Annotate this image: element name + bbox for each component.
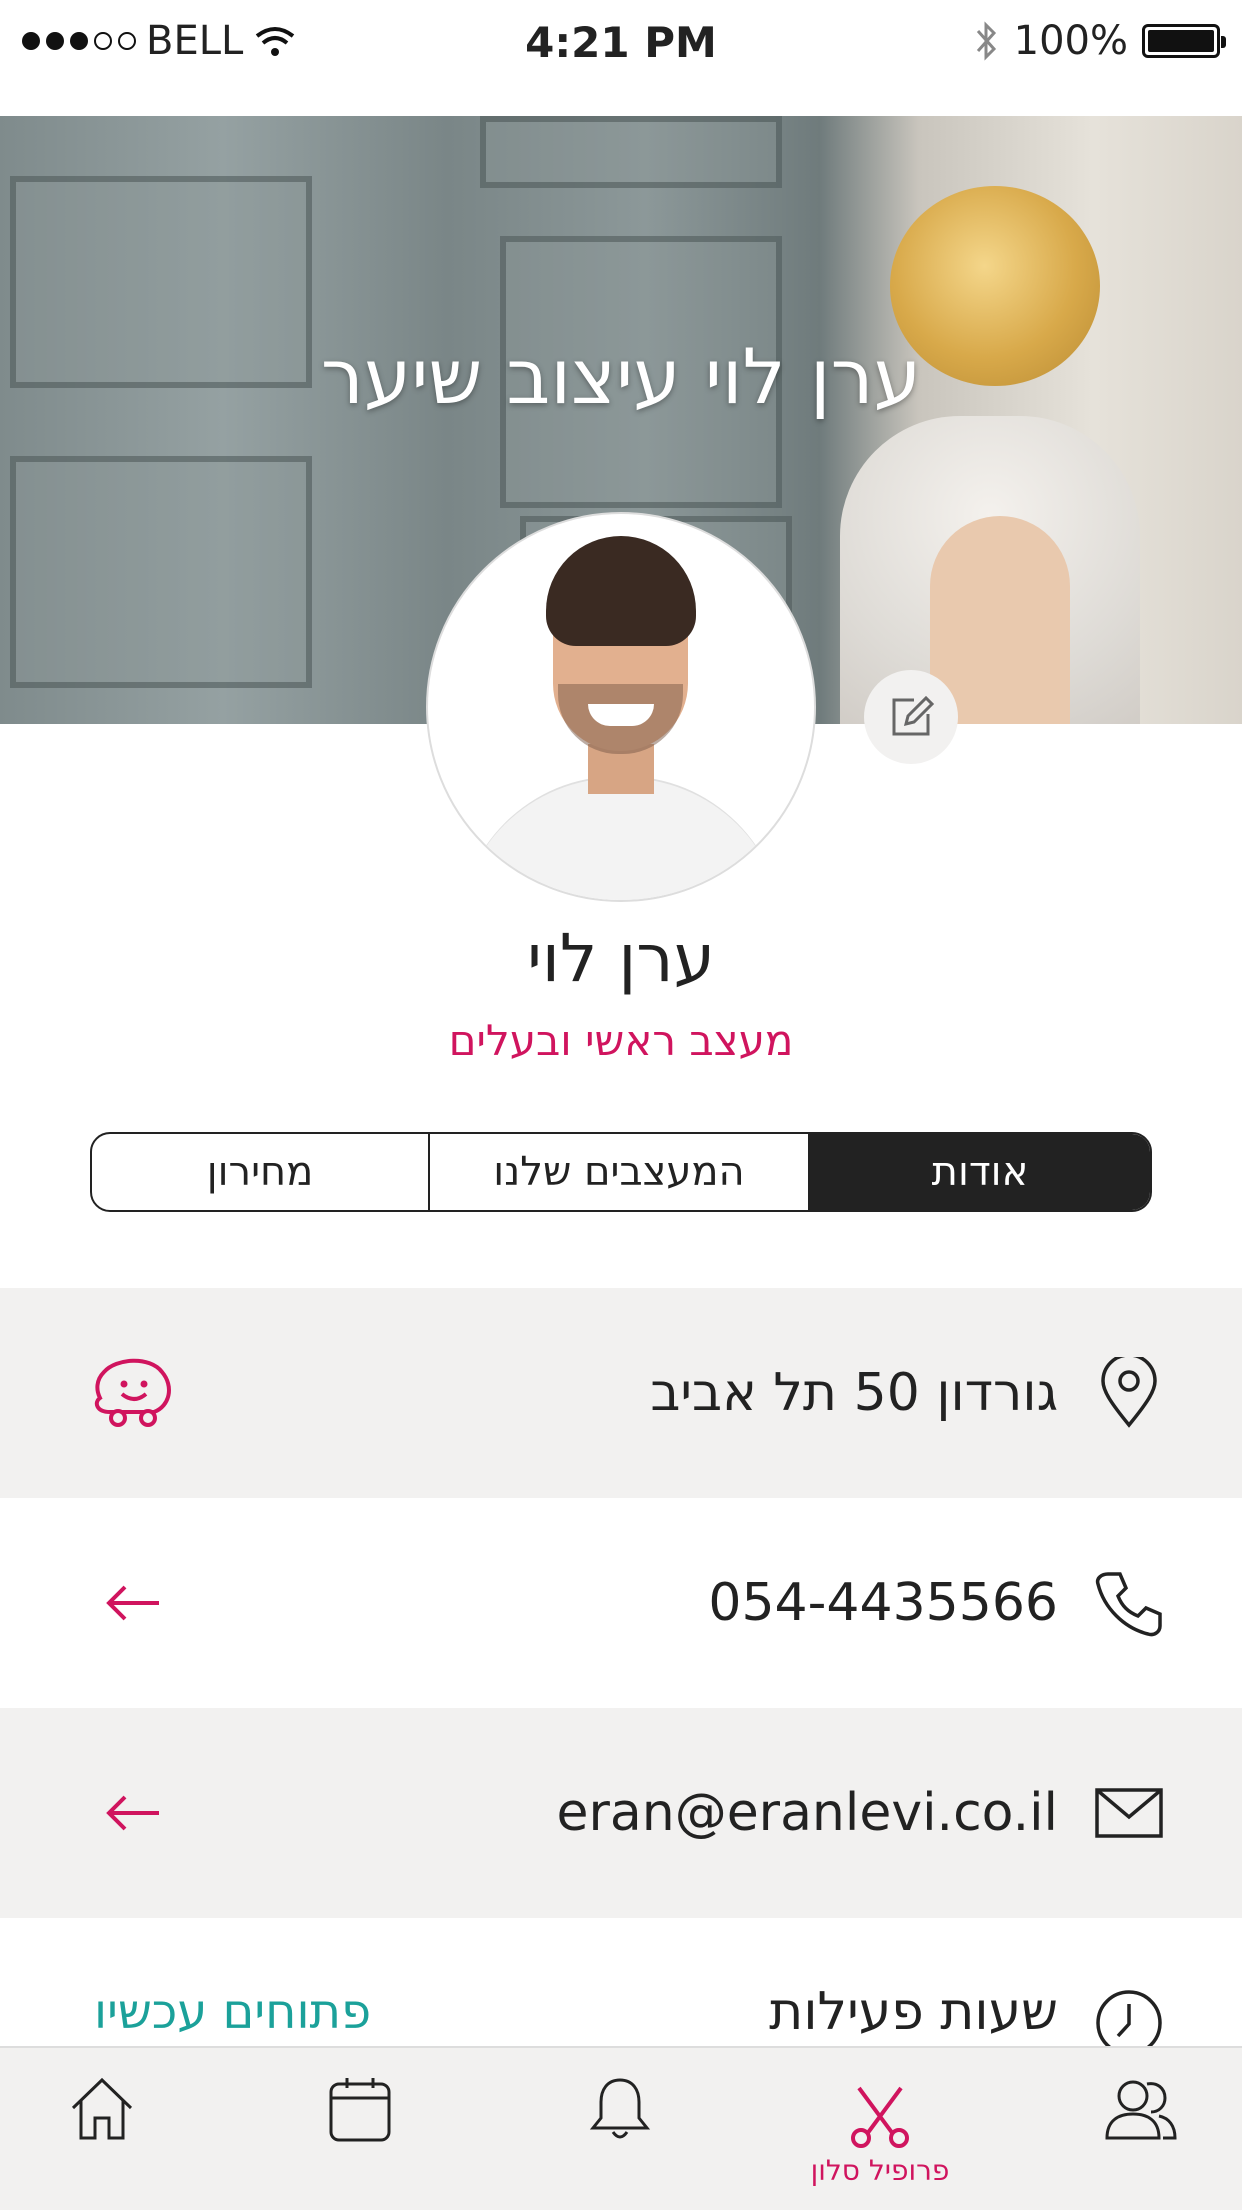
avatar	[426, 512, 816, 902]
profile-tabs: אודות המעצבים שלנו מחירון	[90, 1132, 1152, 1212]
waze-icon[interactable]	[88, 1348, 178, 1438]
open-now-status: פתוחים עכשיו	[94, 1984, 372, 2040]
hours-row[interactable]: שעות פעילות פתוחים עכשיו	[0, 1918, 1242, 2056]
phone-row[interactable]: 054-4435566	[0, 1498, 1242, 1708]
arrow-left-icon[interactable]	[88, 1558, 178, 1648]
profile-role: מעצב ראשי ובעלים	[448, 1016, 794, 1065]
hours-label: שעות פעילות	[769, 1982, 1058, 2042]
users-icon	[1105, 2080, 1177, 2140]
battery-icon	[1142, 24, 1226, 58]
nav-salon-profile-label: פרופיל סלון	[810, 2154, 950, 2187]
nav-notifications[interactable]	[550, 2074, 690, 2194]
bluetooth-icon	[976, 21, 996, 61]
nav-home[interactable]	[32, 2074, 172, 2194]
bottom-nav: פרופיל סלון	[0, 2046, 1242, 2210]
battery-percent: 100%	[1013, 18, 1128, 64]
phone-number: 054-4435566	[708, 1573, 1058, 1633]
home-icon	[71, 2077, 133, 2140]
calendar-icon	[329, 2078, 391, 2142]
mail-icon	[1094, 1778, 1164, 1848]
nav-calendar[interactable]	[290, 2074, 430, 2194]
arrow-left-icon[interactable]	[88, 1768, 178, 1858]
address-row[interactable]: גורדון 50 תל אביב	[0, 1288, 1242, 1498]
tab-about[interactable]: אודות	[810, 1134, 1150, 1210]
status-bar: BELL 4:21 PM 100%	[0, 0, 1242, 92]
tab-pricelist[interactable]: מחירון	[92, 1134, 428, 1210]
edit-icon	[892, 695, 935, 736]
tab-designers[interactable]: המעצבים שלנו	[428, 1134, 810, 1210]
phone-icon	[1094, 1568, 1164, 1638]
profile-name: ערן לוי	[527, 920, 715, 997]
edit-profile-button[interactable]	[864, 670, 958, 764]
email-row[interactable]: eran@eranlevi.co.il	[0, 1708, 1242, 1918]
location-pin-icon	[1094, 1357, 1164, 1428]
scissors-icon	[851, 2086, 909, 2148]
address-text: גורדון 50 תל אביב	[650, 1363, 1058, 1423]
salon-title: ערן לוי עיצוב שיער	[320, 332, 922, 421]
nav-contacts[interactable]	[1070, 2074, 1210, 2194]
battery-info: 100%	[974, 18, 1226, 64]
email-address: eran@eranlevi.co.il	[556, 1783, 1059, 1843]
nav-salon-profile[interactable]: פרופיל סלון	[810, 2084, 950, 2204]
bell-icon	[589, 2078, 651, 2139]
